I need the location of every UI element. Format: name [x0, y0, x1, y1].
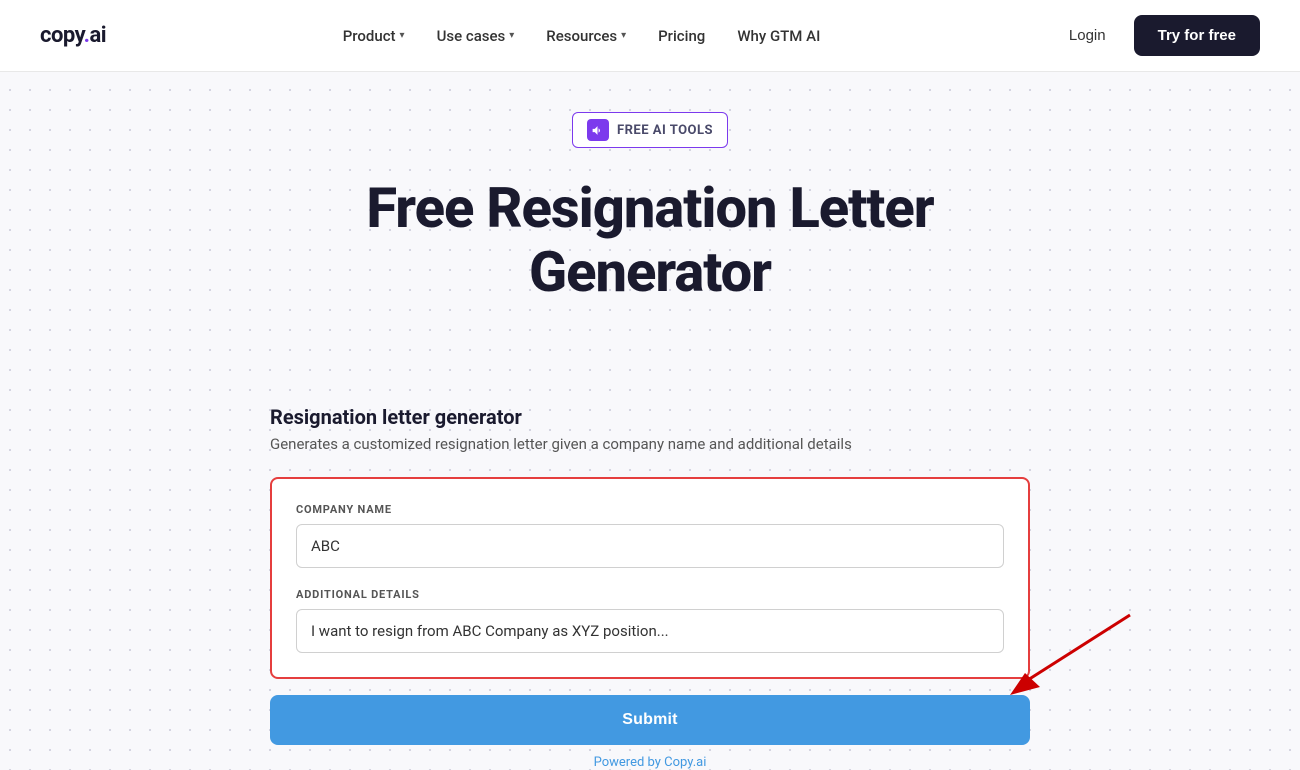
chevron-down-icon: ▾ [509, 30, 514, 41]
form-card: COMPANY NAME ADDITIONAL DETAILS [270, 477, 1030, 679]
form-section-description: Generates a customized resignation lette… [270, 435, 1030, 453]
page-title: Free Resignation Letter Generator [270, 176, 1030, 305]
nav-item-product[interactable]: Product ▾ [343, 27, 405, 45]
chevron-down-icon: ▾ [621, 30, 626, 41]
nav-label-resources: Resources [546, 27, 617, 45]
login-button[interactable]: Login [1057, 19, 1118, 52]
nav-link-resources[interactable]: Resources ▾ [546, 27, 626, 45]
main-content: FREE AI TOOLS Free Resignation Letter Ge… [250, 72, 1050, 405]
nav-link-product[interactable]: Product ▾ [343, 27, 405, 45]
company-name-input[interactable] [296, 524, 1004, 568]
nav-label-pricing: Pricing [658, 27, 705, 45]
form-section: Resignation letter generator Generates a… [270, 405, 1030, 453]
try-for-free-button[interactable]: Try for free [1134, 15, 1260, 56]
nav-link-use-cases[interactable]: Use cases ▾ [437, 27, 515, 45]
navbar: copy.copy.aiai Product ▾ Use cases ▾ Res… [0, 0, 1300, 72]
badge-container: FREE AI TOOLS [270, 112, 1030, 148]
additional-details-label: ADDITIONAL DETAILS [296, 588, 1004, 601]
navbar-actions: Login Try for free [1057, 15, 1260, 56]
nav-menu: Product ▾ Use cases ▾ Resources ▾ Pricin… [343, 27, 821, 45]
badge-label: FREE AI TOOLS [617, 123, 713, 138]
nav-label-why-gtm: Why GTM AI [737, 27, 820, 45]
additional-details-input[interactable] [296, 609, 1004, 653]
nav-label-product: Product [343, 27, 396, 45]
logo[interactable]: copy.copy.aiai [40, 23, 106, 48]
nav-link-pricing[interactable]: Pricing [658, 27, 705, 45]
nav-item-pricing[interactable]: Pricing [658, 27, 705, 45]
logo-dot: . [84, 23, 90, 48]
form-area: Resignation letter generator Generates a… [250, 405, 1050, 770]
free-tools-badge: FREE AI TOOLS [572, 112, 728, 148]
form-section-title: Resignation letter generator [270, 405, 1030, 429]
nav-label-use-cases: Use cases [437, 27, 506, 45]
chevron-down-icon: ▾ [400, 30, 405, 41]
submit-button[interactable]: Submit [270, 695, 1030, 745]
nav-item-why-gtm[interactable]: Why GTM AI [737, 27, 820, 45]
powered-by: Powered by Copy.ai [270, 755, 1030, 770]
submit-area: Submit [270, 695, 1030, 745]
company-name-label: COMPANY NAME [296, 503, 1004, 516]
megaphone-icon [587, 119, 609, 141]
nav-item-resources[interactable]: Resources ▾ [546, 27, 626, 45]
nav-item-use-cases[interactable]: Use cases ▾ [437, 27, 515, 45]
nav-link-why-gtm[interactable]: Why GTM AI [737, 27, 820, 45]
